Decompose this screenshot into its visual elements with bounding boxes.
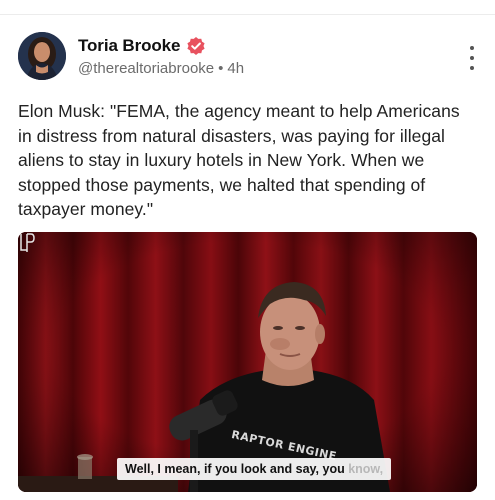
author-avatar[interactable] (18, 32, 66, 80)
more-vertical-icon-dot (470, 56, 474, 60)
watermark-logo-icon (20, 233, 35, 252)
video-caption: Well, I mean, if you look and say, you k… (117, 458, 392, 480)
top-divider (0, 14, 495, 15)
video-thumbnail[interactable]: RAPTOR ENGINE Well, I mean, if you look … (18, 232, 477, 492)
more-vertical-icon-dot (470, 66, 474, 70)
verified-badge-icon (187, 37, 206, 55)
more-vertical-icon (470, 46, 474, 50)
video-frame (18, 232, 477, 492)
more-options-button[interactable] (466, 46, 478, 70)
author-name-row: Toria Brooke (78, 36, 206, 56)
post-body-text: Elon Musk: "FEMA, the agency meant to he… (18, 101, 460, 219)
author-handle[interactable]: @therealtoriabrooke (78, 60, 214, 77)
post-timestamp: 4h (227, 60, 245, 77)
author-display-name[interactable]: Toria Brooke (78, 36, 181, 56)
author-meta: @therealtoriabrooke • 4h (78, 60, 244, 77)
caption-spoken-text: Well, I mean, if you look and say, you (125, 462, 349, 476)
caption-upcoming-text: know, (348, 462, 384, 476)
meta-separator: • (218, 60, 224, 77)
post-header: Toria Brooke @therealtoriabrooke • 4h (18, 32, 478, 82)
